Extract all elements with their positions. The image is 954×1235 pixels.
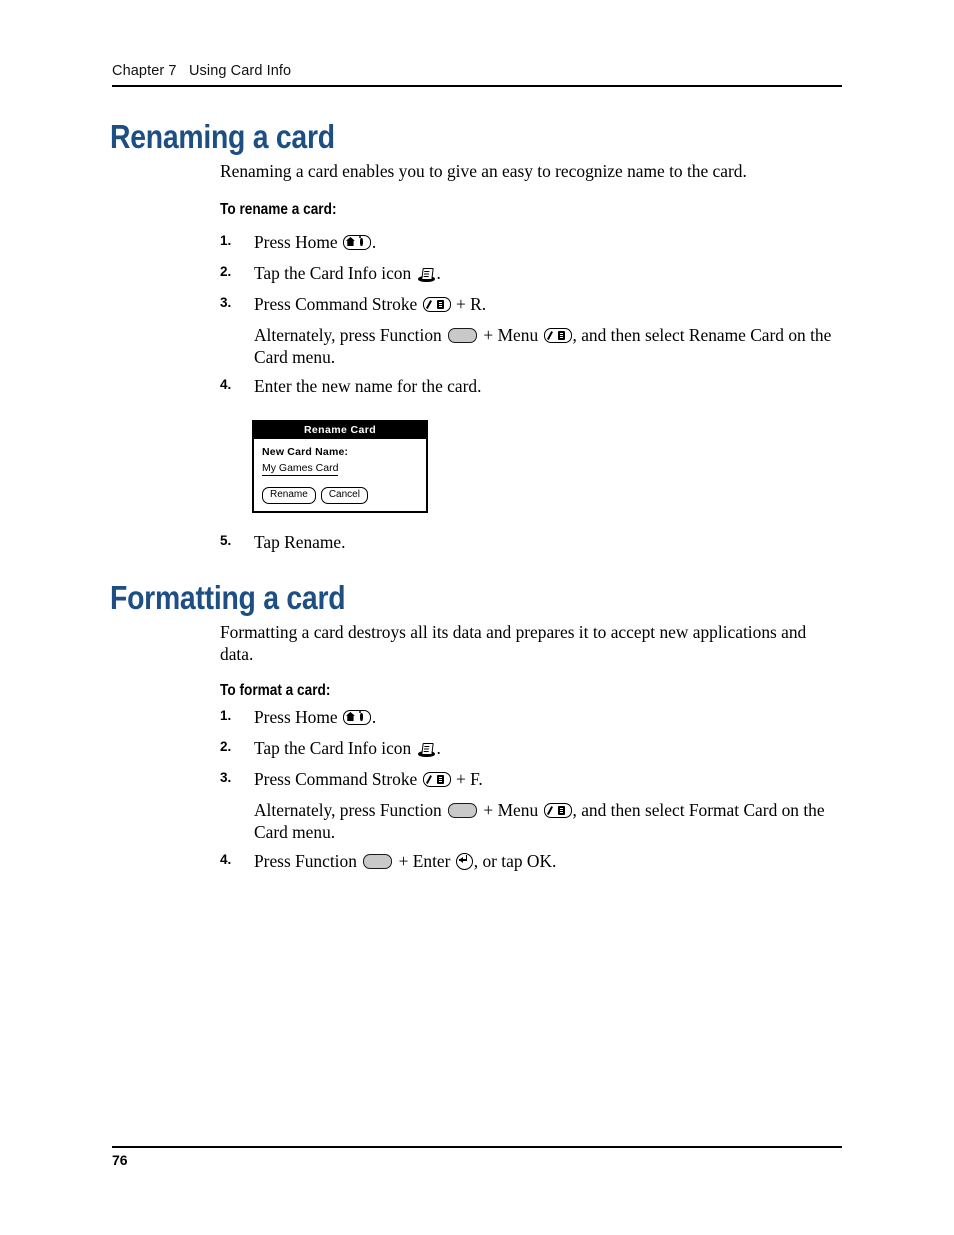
step-rename-3-continuation: Alternately, press Function + Menu , and… (254, 325, 842, 368)
step-rename-4: 4. Enter the new name for the card. (220, 376, 842, 398)
step-format-2: 2. Tap the Card Info icon . (220, 738, 842, 760)
step-number: 4. (220, 377, 232, 392)
document-page: Chapter 7 Using Card Info Renaming a car… (0, 0, 954, 1235)
continuation-part1: Alternately, press Function (254, 325, 447, 345)
step-number: 2. (220, 739, 232, 754)
step-text: Tap Rename. (254, 532, 346, 552)
dialog-body: New Card Name: My Games Card Rename Canc… (254, 439, 426, 511)
command-stroke-key-icon (422, 297, 451, 312)
continuation-part2: + Menu (479, 800, 543, 820)
step-format-4: 4. Press Function + Enter , or tap OK. (220, 851, 842, 873)
function-key-icon (448, 803, 478, 818)
continuation-part1: Alternately, press Function (254, 800, 447, 820)
step-text-after: . (436, 263, 441, 283)
chapter-breadcrumb: Chapter 7 Using Card Info (112, 63, 292, 79)
step-text-after: + R. (451, 294, 487, 314)
step-text-before: Tap the Card Info icon (254, 263, 416, 283)
dialog-title: Rename Card (254, 422, 426, 439)
step-number: 1. (220, 708, 232, 723)
step-rename-5: 5. Tap Rename. (220, 532, 842, 554)
step-text-after: + F. (451, 769, 483, 789)
step-number: 4. (220, 852, 232, 867)
function-key-icon (448, 328, 478, 343)
step-text: Enter the new name for the card. (254, 376, 482, 396)
step-number: 2. (220, 264, 232, 279)
command-stroke-key-icon (422, 772, 451, 787)
step-text-before: Press Command Stroke (254, 294, 422, 314)
step-text: Press Home . (254, 232, 842, 254)
step-text: Tap the Card Info icon . (254, 738, 842, 760)
step-text-after: . (436, 738, 441, 758)
section-heading-renaming: Renaming a card (110, 118, 335, 155)
step-number: 1. (220, 233, 232, 248)
home-key-icon (342, 235, 371, 250)
step-rename-1: 1. Press Home . (220, 232, 842, 254)
dialog-input-value: My Games Card (262, 462, 339, 476)
step-text-before: Press Home (254, 232, 342, 252)
section-heading-formatting: Formatting a card (110, 579, 346, 616)
step-number: 3. (220, 295, 232, 310)
step-number: 3. (220, 770, 232, 785)
formatting-intro-paragraph: Formatting a card destroys all its data … (220, 622, 807, 664)
enter-key-icon (455, 853, 473, 870)
card-info-icon (417, 743, 435, 757)
step-number: 5. (220, 533, 232, 548)
continuation-part2: + Menu (479, 325, 543, 345)
rename-card-dialog-screenshot: Rename Card New Card Name: My Games Card… (252, 420, 428, 513)
dialog-name-input[interactable]: My Games Card (262, 462, 419, 476)
step-text: Press Function + Enter , or tap OK. (254, 851, 842, 873)
dialog-field-label: New Card Name: (262, 446, 349, 458)
function-key-icon (363, 854, 393, 869)
step-rename-2: 2. Tap the Card Info icon . (220, 263, 842, 285)
dialog-button-row: Rename Cancel (262, 487, 419, 504)
formatting-subheading: To format a card: (220, 682, 331, 699)
step-rename-3: 3. Press Command Stroke + R. (220, 294, 842, 316)
home-key-icon (342, 710, 371, 725)
page-header: Chapter 7 Using Card Info (112, 63, 842, 87)
step-text-before: Press Home (254, 707, 342, 727)
step-text: Tap the Card Info icon . (254, 263, 842, 285)
renaming-subheading: To rename a card: (220, 201, 337, 218)
header-rule (112, 85, 842, 87)
page-number: 76 (112, 1152, 128, 1168)
renaming-intro-paragraph: Renaming a card enables you to give an e… (220, 161, 747, 181)
menu-key-icon (543, 803, 572, 818)
step-text-part3: , or tap OK. (473, 851, 557, 871)
step-format-3-continuation: Alternately, press Function + Menu , and… (254, 800, 842, 843)
step-text-part1: Press Function (254, 851, 362, 871)
dialog-rename-button[interactable]: Rename (262, 487, 316, 504)
step-text-before: Tap the Card Info icon (254, 738, 416, 758)
dialog-cancel-button[interactable]: Cancel (320, 487, 368, 504)
step-format-1: 1. Press Home . (220, 707, 842, 729)
step-text-before: Press Command Stroke (254, 769, 422, 789)
footer-rule (112, 1146, 842, 1148)
step-format-3: 3. Press Command Stroke + F. (220, 769, 842, 791)
step-text-part2: + Enter (394, 851, 455, 871)
menu-key-icon (543, 328, 572, 343)
step-text: Press Command Stroke + F. (254, 769, 842, 791)
card-info-icon (417, 268, 435, 282)
step-text: Press Command Stroke + R. (254, 294, 842, 316)
step-text-after: . (371, 232, 377, 252)
step-text-after: . (371, 707, 377, 727)
step-text: Press Home . (254, 707, 842, 729)
